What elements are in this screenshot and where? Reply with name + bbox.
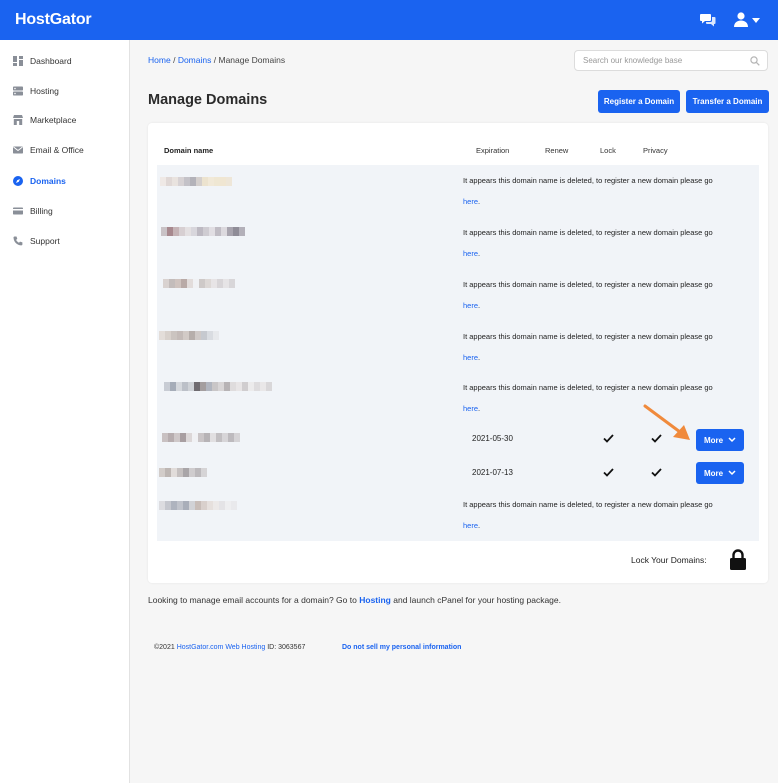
redacted-domain-name [159, 468, 207, 477]
more-button-label: More [704, 435, 724, 445]
search-icon[interactable] [750, 56, 760, 66]
annotation-arrow-icon [643, 404, 690, 440]
chat-icon[interactable] [700, 13, 716, 27]
lock-check-icon [603, 468, 614, 477]
page-title: Manage Domains [148, 92, 268, 108]
more-button-label: More [704, 468, 724, 478]
privacy-check-icon [651, 468, 662, 477]
period-text: . [478, 353, 481, 362]
sidebar-item-domains[interactable]: Domains [0, 168, 129, 194]
deleted-domain-message: It appears this domain name is deleted, … [463, 326, 748, 368]
more-button[interactable]: More [696, 462, 744, 484]
sidebar-item-billing[interactable]: Billing [0, 198, 129, 224]
lock-check-icon [603, 434, 614, 443]
redacted-domain-name [159, 501, 237, 510]
redacted-domain-name [162, 433, 240, 442]
period-text: . [478, 249, 481, 258]
breadcrumb-domains[interactable]: Domains [178, 55, 212, 65]
period-text: . [478, 521, 481, 530]
lock-icon[interactable] [729, 549, 747, 570]
copyright: ©2021 HostGator.com Web Hosting ID: 3063… [154, 644, 305, 651]
deleted-message-text: It appears this domain name is deleted, … [463, 228, 713, 237]
phone-icon [13, 236, 23, 246]
deleted-message-text: It appears this domain name is deleted, … [463, 280, 713, 289]
expiration-date: 2021-07-13 [472, 468, 513, 477]
sidebar-item-label: Dashboard [30, 56, 72, 66]
server-icon [13, 86, 23, 96]
redacted-domain-name [160, 177, 232, 186]
breadcrumb-separator: / [213, 55, 217, 65]
period-text: . [478, 301, 481, 310]
sidebar-item-email-office[interactable]: Email & Office [0, 137, 129, 163]
hostgator-link[interactable]: HostGator.com Web Hosting [177, 644, 266, 651]
breadcrumb: Home / Domains / Manage Domains [148, 55, 285, 65]
do-not-sell-link[interactable]: Do not sell my personal information [342, 644, 461, 651]
sidebar-item-label: Support [30, 236, 60, 246]
redacted-domain-name [163, 279, 235, 288]
period-text: . [478, 404, 481, 413]
sidebar-item-label: Email & Office [30, 145, 84, 155]
account-id: ID: 3063567 [267, 644, 306, 651]
deleted-message-text: It appears this domain name is deleted, … [463, 176, 713, 185]
register-domain-button[interactable]: Register a Domain [598, 90, 680, 113]
hosting-note-text: Looking to manage email accounts for a d… [148, 595, 357, 605]
deleted-message-text: It appears this domain name is deleted, … [463, 500, 713, 509]
hostgator-logo[interactable]: HostGator [15, 11, 92, 29]
register-here-link[interactable]: here [463, 197, 478, 206]
credit-card-icon [13, 207, 23, 215]
chevron-down-icon [728, 470, 736, 476]
deleted-domain-message: It appears this domain name is deleted, … [463, 377, 748, 419]
search-input[interactable] [575, 51, 740, 70]
sidebar-item-marketplace[interactable]: Marketplace [0, 107, 129, 133]
compass-icon [13, 176, 23, 186]
expiration-date: 2021-05-30 [472, 434, 513, 443]
top-bar: HostGator [0, 0, 778, 40]
sidebar-item-hosting[interactable]: Hosting [0, 78, 129, 104]
mail-icon [13, 146, 23, 154]
column-header-lock[interactable]: Lock [600, 146, 616, 155]
sidebar-item-label: Domains [30, 176, 66, 186]
register-here-link[interactable]: here [463, 301, 478, 310]
copyright-year: ©2021 [154, 644, 175, 651]
hosting-note: Looking to manage email accounts for a d… [148, 595, 561, 605]
sidebar-item-dashboard[interactable]: Dashboard [0, 48, 129, 74]
column-header-domain[interactable]: Domain name [164, 146, 213, 155]
breadcrumb-separator: / [173, 55, 176, 65]
register-here-link[interactable]: here [463, 353, 478, 362]
hosting-note-text: and launch cPanel for your hosting packa… [393, 595, 562, 605]
breadcrumb-current: Manage Domains [218, 55, 286, 65]
hosting-link[interactable]: Hosting [359, 595, 391, 605]
sidebar-item-support[interactable]: Support [0, 228, 129, 254]
user-icon[interactable] [734, 12, 748, 27]
register-here-link[interactable]: here [463, 521, 478, 530]
deleted-message-text: It appears this domain name is deleted, … [463, 332, 713, 341]
register-here-link[interactable]: here [463, 404, 478, 413]
more-button[interactable]: More [696, 429, 744, 451]
store-icon [13, 115, 23, 125]
redacted-domain-name [159, 331, 219, 340]
sidebar-item-label: Marketplace [30, 115, 77, 125]
redacted-domain-name [164, 382, 272, 391]
column-header-expiration[interactable]: Expiration [476, 146, 509, 155]
deleted-domain-message: It appears this domain name is deleted, … [463, 274, 748, 316]
register-here-link[interactable]: here [463, 249, 478, 258]
sidebar: Dashboard Hosting Marketplace Email & Of… [0, 40, 130, 783]
sidebar-item-label: Billing [30, 206, 53, 216]
caret-down-icon[interactable] [752, 18, 760, 23]
sidebar-item-label: Hosting [30, 86, 59, 96]
period-text: . [478, 197, 481, 206]
dashboard-icon [13, 56, 23, 66]
lock-domains-label: Lock Your Domains: [631, 555, 707, 565]
deleted-message-text: It appears this domain name is deleted, … [463, 383, 713, 392]
deleted-domain-message: It appears this domain name is deleted, … [463, 222, 748, 264]
knowledge-base-search [574, 50, 768, 71]
chevron-down-icon [728, 437, 736, 443]
deleted-domain-message: It appears this domain name is deleted, … [463, 494, 748, 536]
deleted-domain-message: It appears this domain name is deleted, … [463, 170, 748, 212]
transfer-domain-button[interactable]: Transfer a Domain [686, 90, 769, 113]
redacted-domain-name [161, 227, 245, 236]
breadcrumb-home[interactable]: Home [148, 55, 171, 65]
column-header-renew[interactable]: Renew [545, 146, 568, 155]
column-header-privacy[interactable]: Privacy [643, 146, 668, 155]
